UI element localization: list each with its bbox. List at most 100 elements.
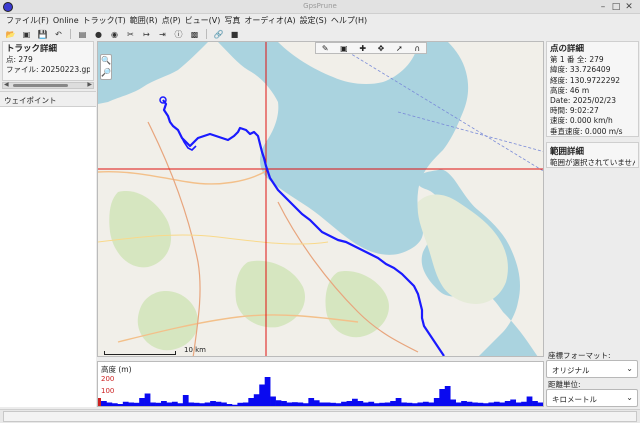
move-icon[interactable]: ✥ — [378, 44, 385, 53]
scale-bar-line — [104, 351, 176, 355]
menu-online[interactable]: Online — [51, 14, 81, 27]
elevation-bar — [319, 402, 326, 406]
elevation-bar — [101, 401, 107, 406]
scroll-right-icon[interactable]: ▶ — [87, 81, 92, 88]
elevation-bar — [144, 393, 151, 406]
zoom-in-icon[interactable]: 🔍 — [101, 55, 111, 67]
maximize-button[interactable]: □ — [611, 2, 621, 12]
map-canvas — [98, 42, 543, 356]
elevation-bar — [177, 403, 184, 406]
elevation-bar — [291, 402, 298, 406]
add-point-icon[interactable]: ✚ — [359, 44, 366, 53]
cut-icon[interactable]: ✂ — [124, 28, 137, 40]
point-date: Date: 2025/02/23 — [550, 96, 617, 106]
scroll-thumb[interactable] — [13, 84, 68, 87]
forest-area — [109, 191, 172, 268]
zoom-control: 🔍 🔎 — [100, 54, 112, 80]
range-icon[interactable]: ⇥ — [156, 28, 169, 40]
chevron-down-icon: ⌄ — [626, 364, 633, 373]
save-icon[interactable]: 💾 — [36, 28, 49, 40]
elevation-bar — [226, 404, 233, 406]
elevation-bar — [362, 402, 369, 406]
elevation-bar — [422, 401, 429, 406]
elevation-bar — [412, 403, 418, 406]
draw-line-icon[interactable]: ➚ — [396, 44, 403, 53]
status-bar — [0, 409, 640, 423]
elevation-bar — [428, 402, 435, 406]
distance-unit-select[interactable]: キロメートル ⌄ — [546, 389, 638, 407]
pencil-icon[interactable]: ✎ — [322, 44, 329, 53]
track-details-scrollbar[interactable]: ◀ ▶ — [2, 81, 94, 89]
range-details-text: 範囲が選択されていません — [550, 158, 635, 167]
undo-icon[interactable]: ↶ — [52, 28, 65, 40]
elevation-bar — [384, 402, 391, 406]
scroll-left-icon[interactable]: ◀ — [4, 81, 9, 88]
elevation-bar — [264, 377, 271, 406]
elevation-bar — [188, 402, 195, 406]
track-details-panel: トラック詳細 点: 279 ファイル: 20250223.gpx — [2, 41, 94, 81]
elevation-bar — [450, 399, 456, 406]
elevation-bar — [286, 402, 293, 406]
map-layer-icon[interactable]: ▣ — [340, 44, 348, 53]
elevation-bar — [270, 396, 276, 406]
forest-area — [235, 260, 306, 328]
point-index: 第 1 番 全: 279 — [550, 55, 604, 65]
elevation-bar — [139, 398, 145, 406]
magnet-icon[interactable]: ∩ — [414, 44, 420, 53]
compress-icon[interactable]: ▩ — [188, 28, 201, 40]
hide-icon[interactable]: ◉ — [108, 28, 121, 40]
menu-track[interactable]: トラック(T) — [81, 14, 128, 27]
range-details-panel: 範囲詳細 範囲が選択されていません — [546, 142, 639, 168]
elevation-bar — [106, 402, 113, 406]
map-view[interactable]: 🔍 🔎 ✎ ▣ ✚ ✥ ➚ ∩ 10 km — [97, 41, 544, 357]
elevation-bar — [128, 402, 135, 406]
elevation-bar — [161, 401, 167, 406]
elevation-tick-200: 200 — [101, 375, 114, 383]
elevation-bar — [406, 402, 413, 406]
menu-photo[interactable]: 写真 — [222, 14, 242, 27]
minimize-button[interactable]: – — [598, 2, 608, 12]
link-icon[interactable]: 🔗 — [212, 28, 225, 40]
elevation-bar — [259, 384, 266, 406]
elevation-bar — [117, 404, 124, 406]
close-button[interactable]: ✕ — [624, 2, 634, 12]
zoom-out-icon[interactable]: 🔎 — [101, 67, 111, 79]
box-icon[interactable]: ■ — [228, 28, 241, 40]
track-points-count: 点: 279 — [6, 55, 33, 64]
elevation-bar — [155, 402, 162, 406]
menu-point[interactable]: 点(P) — [160, 14, 183, 27]
elevation-bar — [210, 401, 216, 406]
elevation-bar — [297, 402, 304, 406]
elevation-bar — [352, 398, 358, 406]
elevation-bar — [281, 401, 287, 406]
menu-audio[interactable]: オーディオ(A) — [242, 14, 297, 27]
photo-icon[interactable]: ▣ — [20, 28, 33, 40]
menu-settings[interactable]: 設定(S) — [298, 14, 329, 27]
scale-label: 10 km — [184, 346, 207, 354]
elevation-bar — [221, 402, 227, 406]
track-file-name: ファイル: 20250223.gpx — [6, 65, 90, 74]
selection-marker — [98, 398, 101, 406]
elevation-chart: 200 100 — [98, 375, 543, 406]
edit-icon[interactable]: ▤ — [76, 28, 89, 40]
waypoint-list[interactable] — [0, 107, 96, 407]
open-icon[interactable]: 📂 — [4, 28, 17, 40]
road — [98, 169, 269, 185]
elevation-bar — [357, 401, 364, 406]
point-altitude: 高度: 46 m — [550, 85, 590, 95]
coord-format-select[interactable]: オリジナル ⌄ — [546, 360, 638, 378]
menu-file[interactable]: ファイル(F) — [4, 14, 51, 27]
delete-icon[interactable]: ● — [92, 28, 105, 40]
elevation-bar — [401, 402, 407, 406]
range-details-heading: 範囲詳細 — [550, 147, 585, 157]
menu-range[interactable]: 範囲(R) — [128, 14, 160, 27]
menu-help[interactable]: ヘルプ(H) — [329, 14, 369, 27]
elevation-bar — [433, 398, 440, 406]
menu-view[interactable]: ビュー(V) — [183, 14, 223, 27]
elevation-bar — [472, 402, 478, 406]
move-icon[interactable]: ↦ — [140, 28, 153, 40]
elevation-bar — [504, 401, 511, 406]
elevation-profile[interactable]: 200 100 高度 (m) — [97, 361, 544, 407]
elevation-bar — [455, 402, 462, 406]
info-icon[interactable]: ⓘ — [172, 28, 185, 40]
